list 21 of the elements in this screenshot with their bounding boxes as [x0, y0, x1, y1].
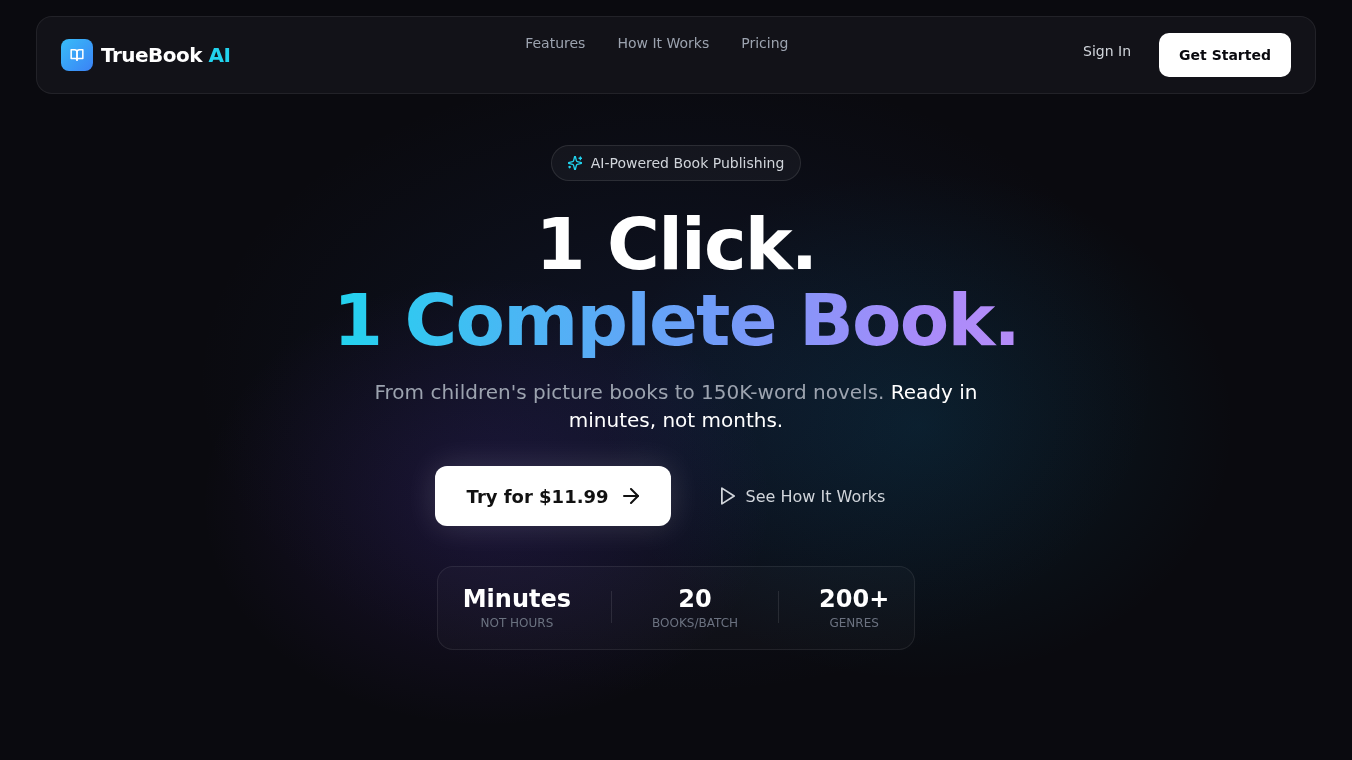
get-started-button[interactable]: Get Started: [1159, 33, 1291, 77]
sign-in-link[interactable]: Sign In: [1083, 41, 1132, 61]
badge-text: AI-Powered Book Publishing: [590, 155, 785, 171]
try-button[interactable]: Try for $11.99: [434, 466, 671, 527]
stat-value: 20: [678, 584, 712, 616]
stat-label: NOT HOURS: [480, 615, 554, 632]
arrow-right-icon: [622, 488, 639, 505]
see-how-it-works-button[interactable]: See How It Works: [688, 466, 918, 527]
book-icon[interactable]: [61, 39, 93, 71]
headline-line: 1 Click.: [535, 207, 817, 283]
play-icon: [720, 487, 735, 506]
sparkles-icon: [567, 156, 582, 170]
nav-link[interactable]: How It Works: [617, 33, 710, 53]
stat-value: 200+: [819, 584, 890, 616]
nav-link[interactable]: Pricing: [741, 33, 789, 53]
stat-label: BOOKS/BATCH: [652, 615, 739, 632]
brand-name[interactable]: TrueBook AI: [101, 43, 231, 67]
hero-subtitle: From children's picture books to 150K-word novels. Ready in minutes, not months.: [373, 379, 979, 435]
nav-link[interactable]: Features: [525, 33, 586, 53]
stat-value: Minutes: [462, 584, 572, 616]
stat-label: GENRES: [829, 615, 879, 632]
